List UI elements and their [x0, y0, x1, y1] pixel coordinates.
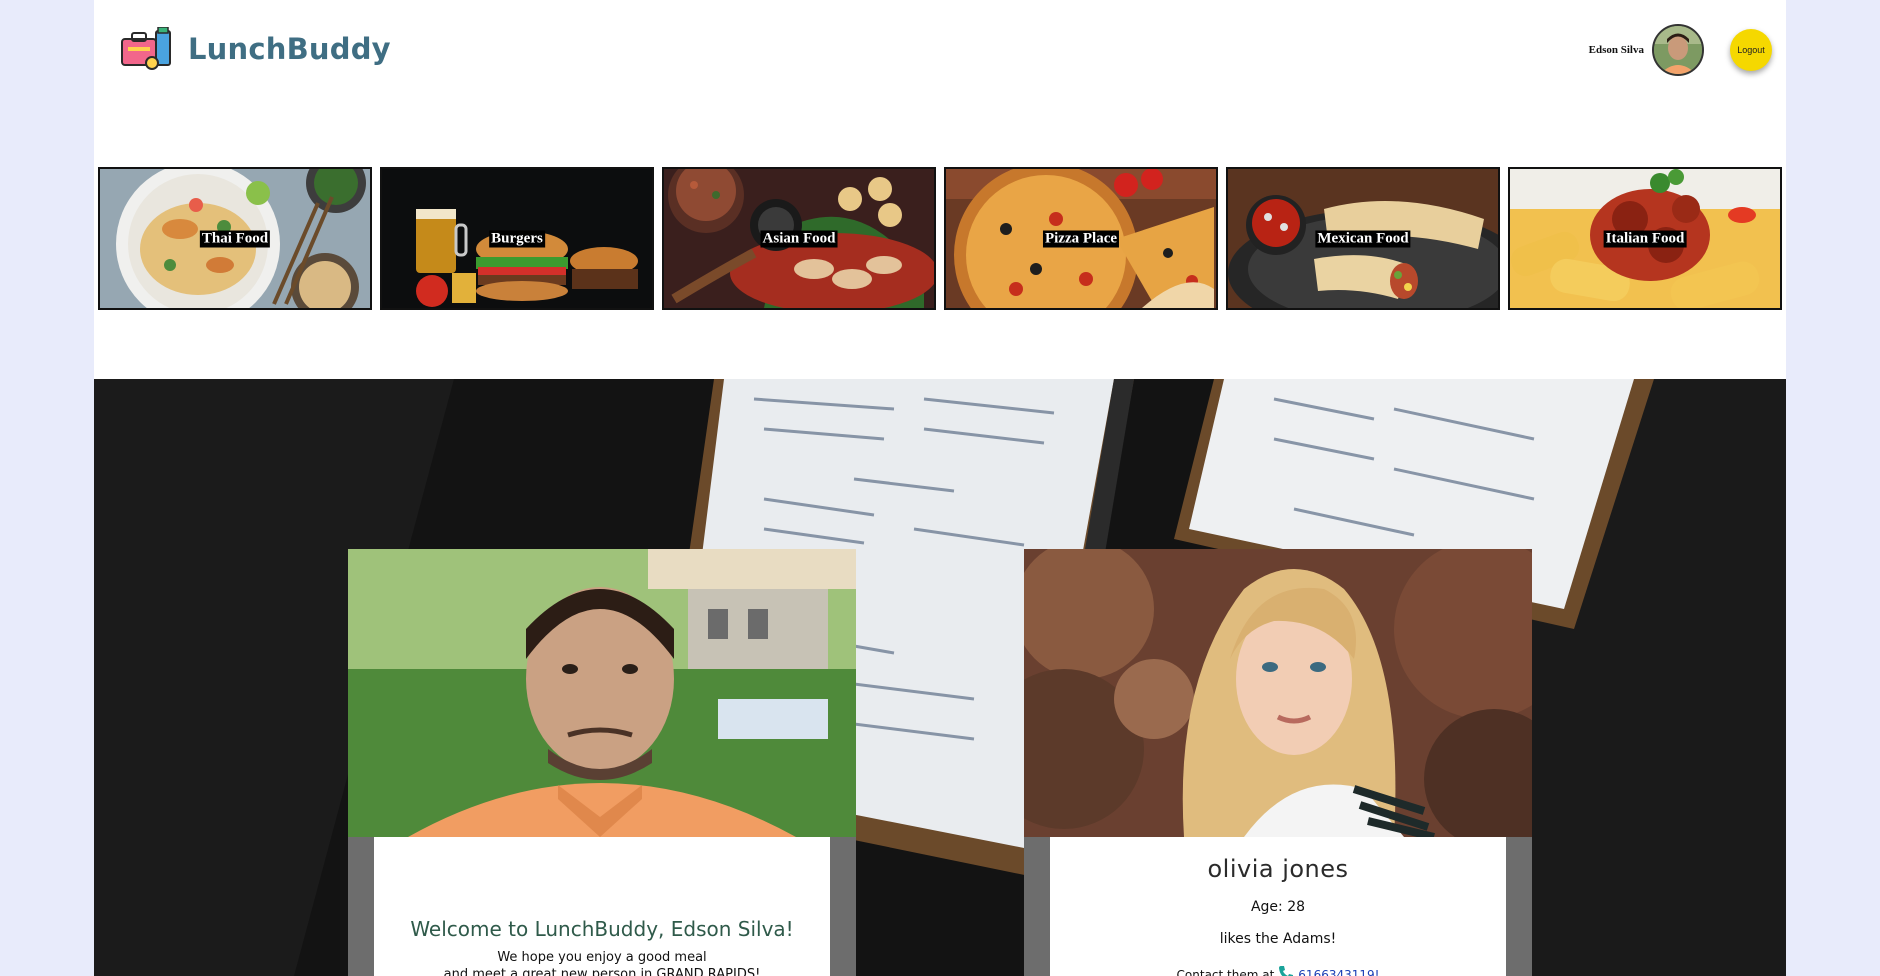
- match-age: Age: 28: [1250, 899, 1306, 915]
- page: LunchBuddy Edson Silva Logout Thai Food …: [94, 0, 1786, 976]
- logout-button[interactable]: Logout: [1730, 29, 1772, 71]
- category-strip: Thai Food Burgers Asian Food Pizza Place…: [98, 167, 1782, 310]
- category-card-asian-food[interactable]: Asian Food: [662, 167, 936, 310]
- phone-link[interactable]: 6166343119!: [1298, 968, 1379, 976]
- header: LunchBuddy Edson Silva Logout: [94, 0, 1786, 100]
- welcome-title: Welcome to LunchBuddy, Edson Silva!: [410, 917, 794, 941]
- welcome-line-2: and meet a great new person in GRAND RAP…: [443, 967, 761, 976]
- user-photo: [348, 549, 856, 837]
- match-info-panel: olivia jones Age: 28 likes the Adams! Co…: [1050, 837, 1506, 976]
- match-profile-card: olivia jones Age: 28 likes the Adams! Co…: [1024, 549, 1532, 976]
- match-likes: likes the Adams!: [1219, 931, 1337, 947]
- brand-name: LunchBuddy: [188, 32, 391, 66]
- welcome-message: We hope you enjoy a good meal and meet a…: [374, 949, 830, 976]
- category-label: Asian Food: [760, 230, 838, 247]
- user-name: Edson Silva: [1588, 44, 1644, 56]
- match-name: olivia jones: [1207, 855, 1349, 883]
- hero-section: Welcome to LunchBuddy, Edson Silva! We h…: [94, 379, 1786, 976]
- category-label: Burgers: [489, 230, 545, 247]
- user-profile-card: Welcome to LunchBuddy, Edson Silva! We h…: [348, 549, 856, 976]
- welcome-line-1: We hope you enjoy a good meal: [497, 950, 707, 965]
- user-area: Edson Silva Logout: [1589, 22, 1786, 78]
- category-card-italian-food[interactable]: Italian Food: [1508, 167, 1782, 310]
- contact-prefix: Contact them at: [1176, 967, 1275, 976]
- brand[interactable]: LunchBuddy: [120, 26, 391, 72]
- category-card-thai-food[interactable]: Thai Food: [98, 167, 372, 310]
- category-card-mexican-food[interactable]: Mexican Food: [1226, 167, 1500, 310]
- category-label: Mexican Food: [1315, 230, 1411, 247]
- welcome-panel: Welcome to LunchBuddy, Edson Silva! We h…: [374, 837, 830, 976]
- category-label: Thai Food: [199, 230, 271, 247]
- category-card-pizza-place[interactable]: Pizza Place: [944, 167, 1218, 310]
- phone-icon: [1278, 965, 1294, 976]
- lunchbox-logo-icon: [120, 26, 174, 71]
- match-photo: [1024, 549, 1532, 837]
- match-contact: Contact them at 6166343119!: [1050, 965, 1506, 976]
- category-label: Pizza Place: [1042, 230, 1120, 247]
- category-card-burgers[interactable]: Burgers: [380, 167, 654, 310]
- category-label: Italian Food: [1603, 230, 1687, 247]
- avatar[interactable]: [1652, 24, 1704, 76]
